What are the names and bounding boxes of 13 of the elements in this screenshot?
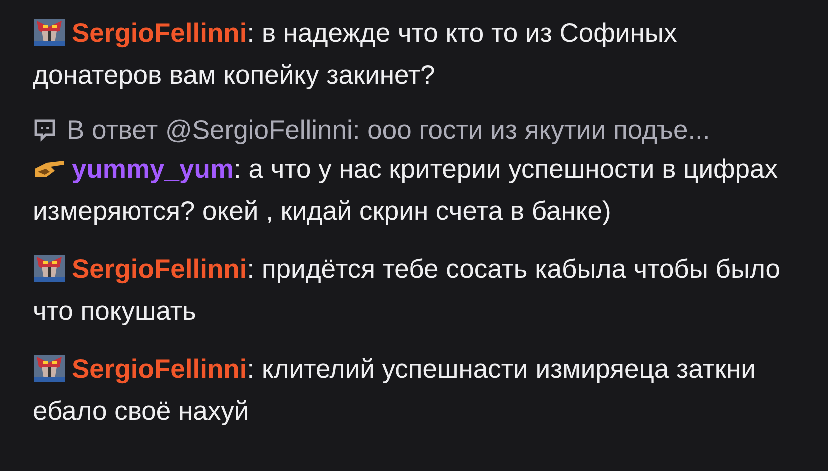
chat-message: SergioFellinni: придётся тебе сосать кабыла чтобы было что покушать — [33, 253, 782, 328]
chat-message: SergioFellinni: клителий успешнасти измиряеца заткни ебало своё нахуй — [33, 353, 757, 428]
badge-icon — [33, 19, 66, 46]
chat-message: yummy_yum: а что у нас критерии успешности в цифрах измеряются? окей , кидай скрин счета в банке) — [33, 153, 780, 228]
username[interactable]: SergioFellinni — [72, 354, 248, 384]
username[interactable]: SergioFellinni — [72, 254, 248, 284]
username[interactable]: SergioFellinni — [72, 18, 248, 48]
badge-icon — [33, 355, 66, 382]
badge-icon — [33, 255, 66, 282]
chat-reply-icon — [33, 118, 57, 142]
reply-text[interactable]: В ответ @SergioFellinni: ооо гости из якутии подъе... — [67, 112, 710, 148]
username[interactable]: yummy_yum — [72, 154, 234, 184]
chat-message: SergioFellinni: в надежде что кто то из Софиных донатеров вам копейку закинет? — [33, 17, 678, 92]
